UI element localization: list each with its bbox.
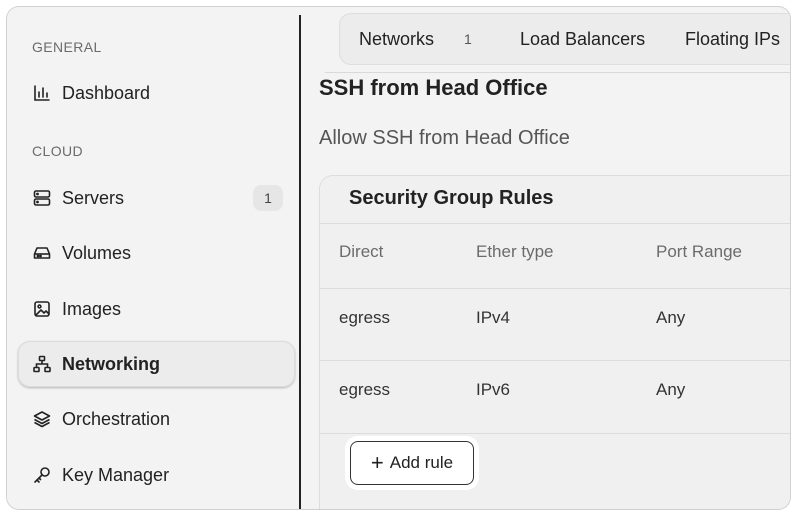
page-title: SSH from Head Office: [319, 75, 548, 100]
cell-ether-type: IPv4: [476, 308, 511, 327]
panel-divider: [319, 223, 790, 224]
sidebar-item-servers[interactable]: Servers 1: [18, 175, 295, 221]
cell-ether-type: IPv6: [476, 380, 511, 399]
header-divider: [325, 72, 790, 73]
tab-floating-ips[interactable]: Floating IPs: [685, 29, 780, 50]
cell-port-range: Any: [656, 308, 686, 327]
bar-chart-icon: [32, 83, 52, 103]
security-group-rules-panel: Security Group Rules Direct Ether type P…: [319, 175, 790, 509]
sidebar-item-label: Servers: [62, 187, 125, 208]
server-icon: [32, 188, 52, 208]
tab-bar: Networks 1 Load Balancers Floating IPs: [339, 13, 790, 65]
sidebar-item-networking[interactable]: Networking: [18, 341, 295, 387]
sidebar-item-label: Orchestration: [62, 408, 171, 429]
servers-count-badge: 1: [253, 185, 283, 211]
sidebar-item-label: Images: [62, 298, 122, 319]
row-divider: [319, 288, 790, 289]
panel-title: Security Group Rules: [349, 187, 554, 209]
main-content: Networks 1 Load Balancers Floating IPs S…: [301, 7, 790, 509]
add-rule-label: Add rule: [389, 453, 454, 472]
image-icon: [32, 299, 52, 319]
sidebar-item-label: Key Manager: [62, 464, 170, 485]
sidebar-item-label: Networking: [62, 353, 161, 374]
sidebar-item-images[interactable]: Images: [18, 286, 295, 332]
sidebar-item-dashboard[interactable]: Dashboard: [18, 70, 295, 116]
cell-direction: egress: [339, 308, 391, 327]
sidebar: GENERAL Dashboard CLOUD Servers 1 Volume…: [7, 7, 299, 509]
plus-icon: +: [370, 450, 384, 475]
column-header-ether-type: Ether type: [476, 242, 554, 261]
add-rule-button[interactable]: + Add rule: [350, 441, 474, 485]
sidebar-item-volumes[interactable]: Volumes: [18, 230, 295, 276]
key-icon: [32, 465, 52, 485]
networks-count: 1: [464, 31, 472, 47]
app-window: GENERAL Dashboard CLOUD Servers 1 Volume…: [7, 7, 790, 509]
sidebar-item-orchestration[interactable]: Orchestration: [18, 396, 295, 442]
page-description: Allow SSH from Head Office: [319, 127, 570, 149]
network-icon: [32, 354, 52, 374]
column-header-direction: Direct: [339, 242, 384, 261]
sidebar-item-label: Dashboard: [62, 82, 151, 103]
section-label-general: GENERAL: [32, 39, 102, 55]
column-header-port-range: Port Range: [656, 242, 742, 261]
sidebar-item-key-manager[interactable]: Key Manager: [18, 452, 295, 498]
row-divider: [319, 360, 790, 361]
tab-networks[interactable]: Networks: [359, 29, 434, 50]
row-divider: [319, 433, 790, 434]
tab-load-balancers[interactable]: Load Balancers: [520, 29, 645, 50]
section-label-cloud: CLOUD: [32, 143, 84, 159]
cell-port-range: Any: [656, 380, 686, 399]
sidebar-item-label: Volumes: [62, 242, 132, 263]
cell-direction: egress: [339, 380, 391, 399]
layers-icon: [32, 409, 52, 429]
hard-drive-icon: [32, 243, 52, 263]
